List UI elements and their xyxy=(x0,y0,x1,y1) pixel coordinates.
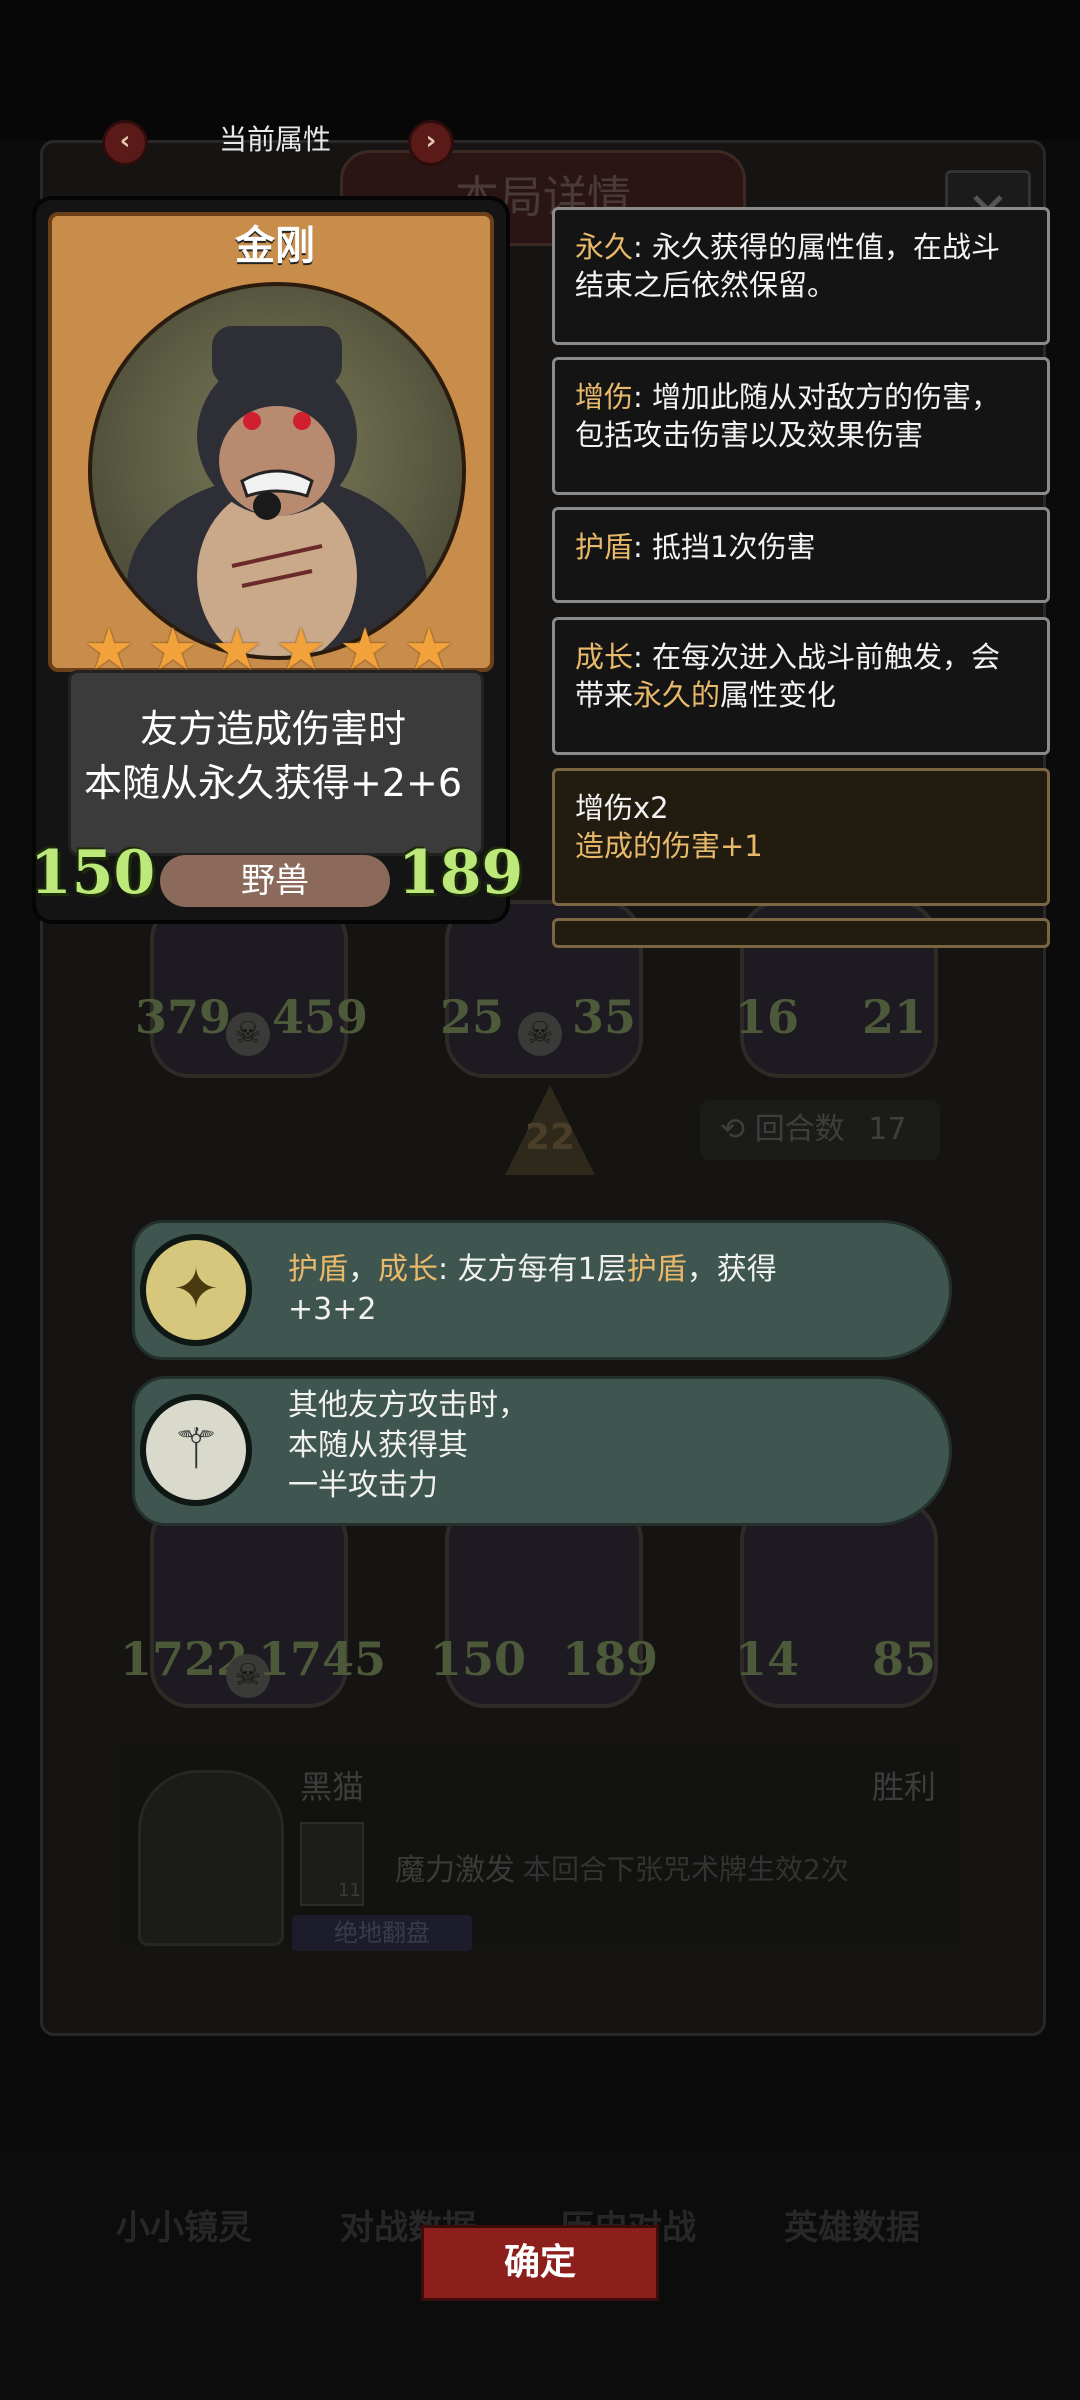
minion-health: 1745 xyxy=(258,1632,387,1686)
confirm-button[interactable]: 确定 xyxy=(424,2228,656,2298)
round-value: 17 xyxy=(868,1112,907,1147)
keyword-growth: 成长: 在每次进入战斗前触发，会带来永久的属性变化 xyxy=(552,617,1050,755)
chevron-right-icon: › xyxy=(425,126,437,156)
ability-line3: 一半攻击力 xyxy=(288,1468,438,1503)
round-counter: ⟲ 回合数 17 xyxy=(700,1100,940,1160)
battle-tag: 绝地翻盘 xyxy=(292,1915,472,1951)
keyword-text: : 抵挡1次伤害 xyxy=(633,530,816,564)
keyword-damage-boost: 增伤: 增加此随从对敌方的伤害，包括攻击伤害以及效果伤害 xyxy=(552,357,1050,495)
minion-health: 21 xyxy=(862,990,927,1044)
minion-attack: 25 xyxy=(440,990,505,1044)
top-backdrop xyxy=(0,0,1080,140)
ability-separator: ， xyxy=(348,1252,378,1287)
minion-attack: 379 xyxy=(135,990,232,1044)
opponent-name: 黑猫 xyxy=(300,1768,365,1806)
buff-title: 增伤x2 xyxy=(575,791,669,825)
tab-mirror: 小小镜灵 xyxy=(116,2208,252,2248)
minion-health: 35 xyxy=(572,990,637,1044)
page-title: 当前属性 xyxy=(218,123,331,156)
minion-health: 85 xyxy=(872,1632,937,1686)
skull-icon: ☠ xyxy=(226,1012,270,1056)
ability-desc: : 友方每有1层 xyxy=(438,1252,627,1287)
card-description-line2: 本随从永久获得+2+6 xyxy=(83,761,463,805)
keyword-text: : 增加此随从对敌方的伤害，包括攻击伤害以及效果伤害 xyxy=(575,380,1001,452)
spell-description: 本回合下张咒术牌生效2次 xyxy=(523,1853,849,1886)
keyword-term: 成长 xyxy=(575,640,634,674)
ability-keyword: 护盾 xyxy=(288,1252,348,1287)
buff-text: 造成的伤害+1 xyxy=(575,829,763,863)
keyword-term: 增伤 xyxy=(575,380,634,414)
keyword-shield: 护盾: 抵挡1次伤害 xyxy=(552,507,1050,603)
chevron-left-icon: ‹ xyxy=(119,126,131,156)
keyword-highlight: 永久的 xyxy=(633,678,721,712)
keyword-term: 永久 xyxy=(575,230,634,264)
minion-attack: 150 xyxy=(430,1632,527,1686)
round-label: 回合数 xyxy=(754,1112,845,1147)
keyword-permanent: 永久: 永久获得的属性值，在战斗结束之后依然保留。 xyxy=(552,207,1050,345)
opponent-avatar xyxy=(138,1770,284,1946)
staff-icon: ⚚ xyxy=(140,1394,252,1506)
level-value: 22 xyxy=(524,1117,576,1158)
minion-health: 189 xyxy=(562,1632,659,1686)
refresh-icon: ⟲ xyxy=(720,1112,746,1147)
health-value: 189 xyxy=(398,838,524,908)
prev-page-button[interactable]: ‹ xyxy=(102,120,148,166)
tribe-label: 野兽 xyxy=(160,855,390,907)
ability-keyword: 护盾 xyxy=(626,1252,687,1287)
spell-name: 魔力激发 xyxy=(395,1853,515,1888)
sword-light-icon: ✦ xyxy=(140,1234,252,1346)
keyword-term: 护盾 xyxy=(575,530,634,564)
gorilla-portrait xyxy=(88,282,466,660)
keyword-text: 属性变化 xyxy=(720,678,837,712)
buff-damage-boost: 增伤x2 造成的伤害+1 xyxy=(552,768,1050,906)
card-name: 金刚 xyxy=(235,223,315,269)
minion-health: 459 xyxy=(272,990,369,1044)
battle-result: 胜利 xyxy=(872,1768,937,1806)
card-description-line1: 友方造成伤害时 xyxy=(139,707,406,751)
spell-cost: 11 xyxy=(338,1880,361,1901)
ability-half-attack xyxy=(132,1376,952,1526)
ability-text: 其他友方攻击时， 本随从获得其 一半攻击力 xyxy=(288,1386,528,1506)
level-indicator: 22 xyxy=(505,1085,595,1175)
ability-line2: 本随从获得其 xyxy=(288,1428,468,1463)
attack-value: 150 xyxy=(30,838,156,908)
minion-attack: 14 xyxy=(735,1632,800,1686)
keyword-text: : 永久获得的属性值，在战斗结束之后依然保留。 xyxy=(575,230,1001,302)
tab-hero-data: 英雄数据 xyxy=(784,2208,920,2248)
ability-keyword: 成长 xyxy=(378,1252,438,1287)
next-page-button[interactable]: › xyxy=(408,120,454,166)
gorilla-illustration xyxy=(127,326,427,656)
buff-partial xyxy=(552,918,1050,948)
skull-icon: ☠ xyxy=(518,1012,562,1056)
ability-line1: 其他友方攻击时， xyxy=(288,1388,528,1423)
minion-attack: 16 xyxy=(735,990,800,1044)
ability-text: 护盾，成长: 友方每有1层护盾，获得+3+2 xyxy=(288,1250,808,1330)
